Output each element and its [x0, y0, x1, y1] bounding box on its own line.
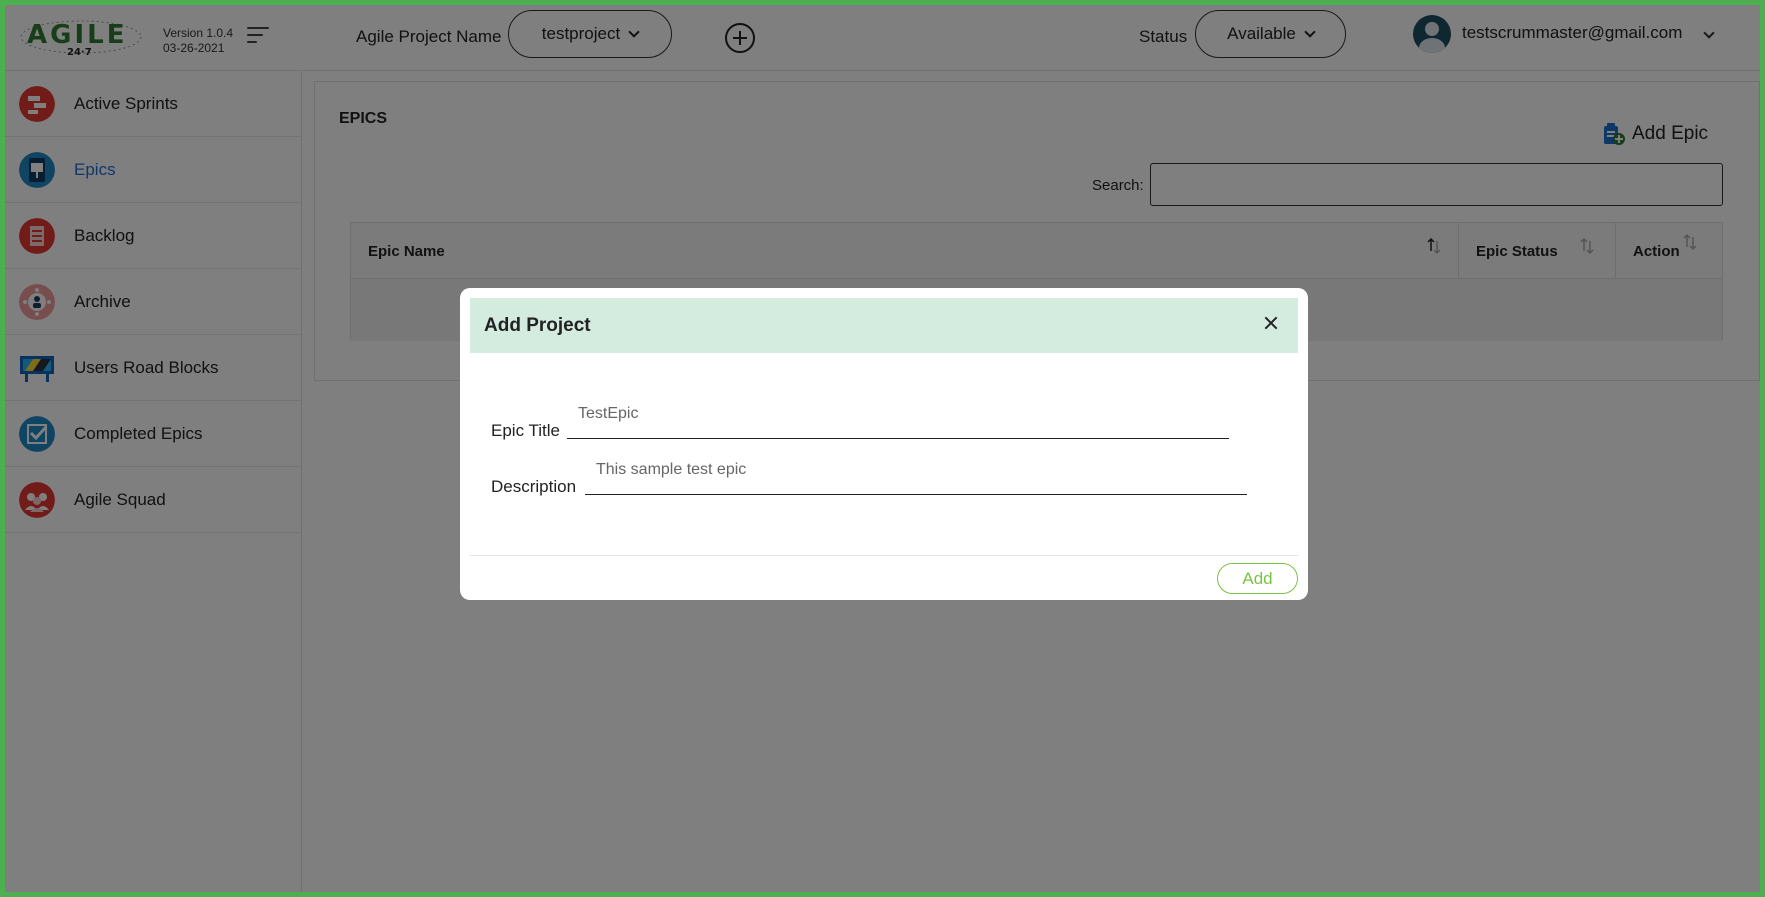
epic-title-label: Epic Title — [491, 421, 560, 440]
modal-divider — [470, 555, 1298, 556]
description-label: Description — [491, 477, 577, 496]
modal-header: Add Project — [470, 298, 1298, 353]
description-input[interactable] — [585, 457, 1247, 495]
add-button[interactable]: Add — [1217, 563, 1298, 594]
app-window: AGILE 24·7 Version 1.0.4 03-26-2021 Agil… — [5, 5, 1760, 892]
modal-title: Add Project — [484, 315, 591, 336]
epic-title-input[interactable] — [567, 401, 1229, 439]
close-icon[interactable] — [1258, 310, 1284, 336]
add-project-modal: Add Project Epic Title Description Add — [460, 288, 1308, 600]
